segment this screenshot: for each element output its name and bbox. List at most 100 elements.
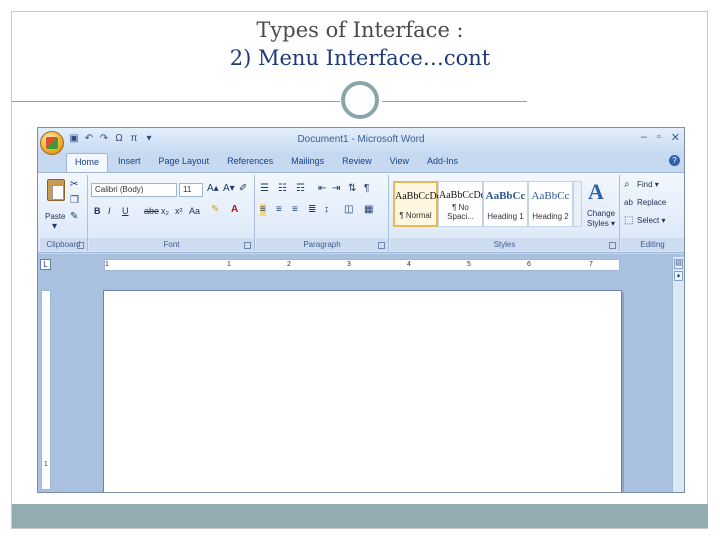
circle-decoration bbox=[341, 81, 379, 119]
subscript-button[interactable]: x₂ bbox=[161, 205, 169, 217]
highlight-icon[interactable]: ✎ bbox=[211, 204, 219, 216]
clipboard-launcher-icon[interactable] bbox=[77, 242, 84, 249]
font-name-combo[interactable]: Calibri (Body) bbox=[91, 183, 177, 197]
help-icon[interactable]: ? bbox=[669, 155, 680, 166]
group-label-paragraph: Paragraph bbox=[256, 238, 388, 251]
select-icon: ⬚ bbox=[624, 215, 634, 226]
underline-button[interactable]: U bbox=[122, 205, 129, 217]
style-name: Heading 1 bbox=[487, 212, 524, 221]
style-name: Heading 2 bbox=[532, 212, 569, 221]
align-center-icon[interactable]: ≡ bbox=[276, 204, 282, 216]
grow-font-icon[interactable]: A▴ bbox=[207, 183, 219, 195]
group-label-font: Font bbox=[89, 238, 254, 251]
font-launcher-icon[interactable] bbox=[244, 242, 251, 249]
style-normal[interactable]: AaBbCcDc ¶ Normal bbox=[393, 181, 441, 227]
style-name: ¶ No Spaci... bbox=[447, 203, 474, 221]
style-sample: AaBbCc bbox=[531, 190, 570, 202]
align-right-icon[interactable]: ≡ bbox=[292, 204, 298, 216]
group-font: Calibri (Body) 11 A▴ A▾ ✐ B I U abe x₂ x… bbox=[89, 175, 255, 251]
borders-icon[interactable]: ▦ bbox=[364, 204, 373, 216]
group-label-editing: Editing bbox=[621, 238, 684, 251]
change-styles-label-1: Change bbox=[587, 209, 616, 218]
ruler-mark: 2 bbox=[287, 261, 291, 268]
slide-footer-bar bbox=[12, 504, 708, 528]
title-bar: ▣ ↶ ↷ Ω π ▾ Document1 - Microsoft Word –… bbox=[38, 128, 684, 155]
decrease-indent-icon[interactable]: ⇤ bbox=[318, 183, 326, 195]
tab-page-layout[interactable]: Page Layout bbox=[151, 153, 218, 172]
group-label-styles: Styles bbox=[390, 238, 619, 251]
ruler-mark: 7 bbox=[589, 261, 593, 268]
group-paragraph: ☰ ☷ ☶ ⇤ ⇥ ⇅ ¶ ≡ ≡ ≡ ≣ ↕ ◫ ▦ Paragraph bbox=[256, 175, 389, 251]
paste-icon[interactable] bbox=[47, 179, 65, 201]
strikethrough-button[interactable]: abe bbox=[144, 205, 159, 217]
group-editing: ⌕ Find ▾ ab Replace ⬚ Select ▾ Editing bbox=[621, 175, 684, 251]
tab-review[interactable]: Review bbox=[334, 153, 380, 172]
increase-indent-icon[interactable]: ⇥ bbox=[332, 183, 340, 195]
ruler-mark: 6 bbox=[527, 261, 531, 268]
change-styles-button[interactable]: Change Styles ▾ bbox=[587, 209, 615, 229]
minimize-button[interactable]: – bbox=[641, 131, 647, 144]
font-size-combo[interactable]: 11 bbox=[179, 183, 203, 197]
format-painter-icon[interactable]: ✎ bbox=[70, 211, 78, 223]
slide-title-line2: 2) Menu Interface…cont bbox=[229, 46, 491, 70]
slide-title-line1: Types of Interface : bbox=[256, 18, 464, 42]
scroll-up-icon[interactable]: ▴ bbox=[674, 271, 683, 281]
ruler-mark: 3 bbox=[347, 261, 351, 268]
shading-icon[interactable]: ◫ bbox=[344, 204, 353, 216]
bold-button[interactable]: B bbox=[94, 205, 101, 217]
document-page[interactable] bbox=[103, 290, 622, 492]
word-window: ▣ ↶ ↷ Ω π ▾ Document1 - Microsoft Word –… bbox=[37, 127, 685, 493]
styles-launcher-icon[interactable] bbox=[609, 242, 616, 249]
paragraph-launcher-icon[interactable] bbox=[378, 242, 385, 249]
justify-icon[interactable]: ≣ bbox=[308, 204, 316, 216]
change-styles-label-2: Styles ▾ bbox=[587, 219, 616, 228]
select-button[interactable]: Select ▾ bbox=[637, 215, 665, 227]
change-styles-icon[interactable]: A bbox=[588, 179, 604, 205]
ribbon-tabs: Home Insert Page Layout References Maili… bbox=[66, 153, 466, 172]
copy-icon[interactable]: ❐ bbox=[70, 195, 79, 207]
tab-insert[interactable]: Insert bbox=[110, 153, 149, 172]
align-left-icon[interactable]: ≡ bbox=[260, 204, 266, 216]
find-button[interactable]: Find ▾ bbox=[637, 179, 659, 191]
numbering-icon[interactable]: ☷ bbox=[278, 183, 287, 195]
change-case-button[interactable]: Aa bbox=[189, 205, 200, 217]
style-name: ¶ Normal bbox=[399, 211, 432, 220]
group-clipboard: Paste ▾ ✂ ❐ ✎ Clipboard bbox=[40, 175, 88, 251]
style-no-spacing[interactable]: AaBbCcDc ¶ No Spaci... bbox=[438, 181, 485, 227]
ruler-mark: 1 bbox=[44, 461, 48, 468]
vertical-scrollbar[interactable]: ▤ ▴ bbox=[672, 257, 684, 492]
tab-references[interactable]: References bbox=[219, 153, 281, 172]
italic-button[interactable]: I bbox=[108, 205, 111, 217]
ruler-toggle-icon[interactable]: ▤ bbox=[674, 259, 683, 269]
styles-gallery-scroll[interactable] bbox=[573, 181, 582, 227]
tab-mailings[interactable]: Mailings bbox=[283, 153, 332, 172]
vertical-ruler[interactable]: 1 bbox=[41, 290, 51, 490]
sort-icon[interactable]: ⇅ bbox=[348, 183, 356, 195]
cut-icon[interactable]: ✂ bbox=[70, 179, 78, 191]
find-icon: ⌕ bbox=[624, 179, 630, 190]
line-spacing-icon[interactable]: ↕ bbox=[324, 204, 329, 216]
maximize-button[interactable]: ▫ bbox=[657, 131, 661, 144]
tab-add-ins[interactable]: Add-Ins bbox=[419, 153, 466, 172]
divider-right bbox=[382, 101, 527, 102]
replace-button[interactable]: Replace bbox=[637, 197, 666, 209]
tab-view[interactable]: View bbox=[382, 153, 417, 172]
font-color-icon[interactable]: A bbox=[231, 204, 238, 216]
style-heading-2[interactable]: AaBbCc Heading 2 bbox=[528, 181, 573, 227]
superscript-button[interactable]: x² bbox=[175, 205, 183, 217]
tab-home[interactable]: Home bbox=[66, 153, 109, 172]
replace-icon: ab bbox=[624, 198, 633, 207]
tab-selector[interactable]: L bbox=[40, 259, 51, 270]
window-title: Document1 - Microsoft Word bbox=[297, 134, 425, 145]
style-heading-1[interactable]: AaBbCc Heading 1 bbox=[483, 181, 528, 227]
multilevel-list-icon[interactable]: ☶ bbox=[296, 183, 305, 195]
shrink-font-icon[interactable]: A▾ bbox=[223, 183, 235, 195]
bullets-icon[interactable]: ☰ bbox=[260, 183, 269, 195]
close-button[interactable]: ✕ bbox=[671, 131, 680, 144]
pilcrow-icon[interactable]: ¶ bbox=[364, 183, 369, 195]
horizontal-ruler[interactable]: 1 1 2 3 4 5 6 7 bbox=[104, 259, 620, 271]
ribbon: Paste ▾ ✂ ❐ ✎ Clipboard Calibri (Body) 1… bbox=[38, 172, 684, 253]
paste-dropdown-icon[interactable]: ▾ bbox=[52, 221, 57, 233]
clear-formatting-icon[interactable]: ✐ bbox=[239, 183, 247, 195]
document-work-area: L 1 1 2 3 4 5 6 7 1 ▤ ▴ bbox=[38, 254, 684, 492]
